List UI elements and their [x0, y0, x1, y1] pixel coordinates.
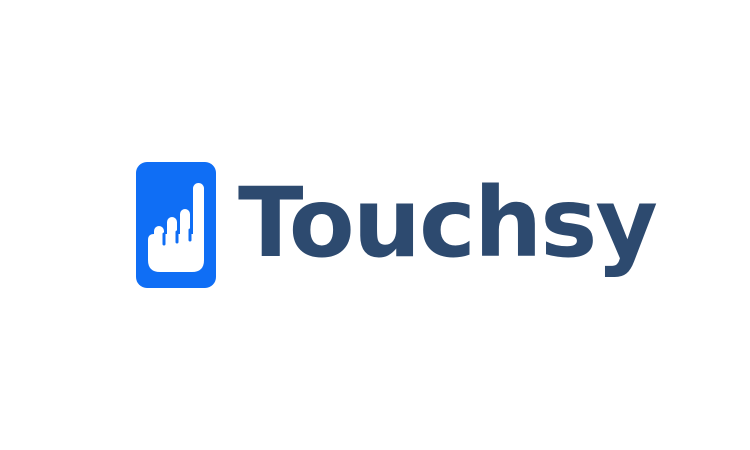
- brand-wordmark: Touchsy: [238, 167, 658, 279]
- brand-logo: Touchsy: [136, 162, 658, 288]
- pointing-hand-icon: [136, 162, 216, 288]
